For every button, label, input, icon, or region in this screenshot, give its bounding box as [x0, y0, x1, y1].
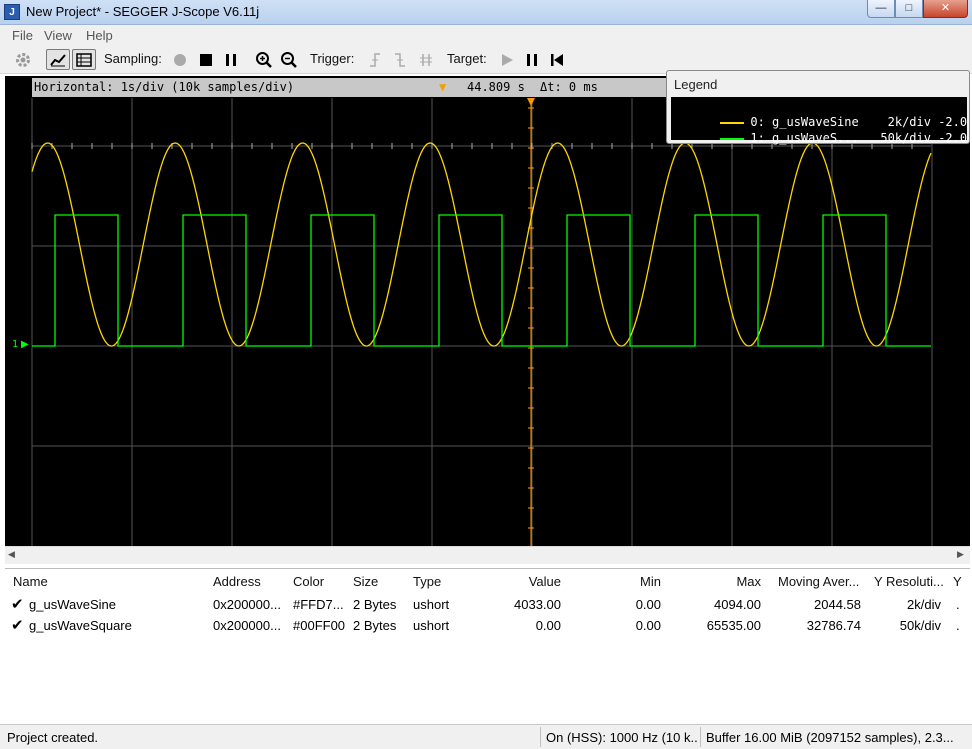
channel-table: Name Address Color Size Type Value Min M… — [5, 568, 970, 722]
legend-panel[interactable]: Legend 0: g_usWaveSine 2k/div -2.0 1: g_… — [666, 70, 970, 145]
column-header-name[interactable]: Name — [13, 574, 48, 589]
column-header-min[interactable]: Min — [585, 574, 661, 589]
channel-enabled-checkbox[interactable]: ✔ — [11, 616, 24, 634]
channel-y: . — [956, 618, 960, 633]
zoom-in-icon[interactable] — [253, 49, 275, 70]
target-label: Target: — [447, 51, 487, 66]
channel-color: #FFD7... — [293, 597, 344, 612]
trigger-falling-icon[interactable] — [391, 49, 409, 70]
channel-min: 0.00 — [635, 618, 661, 633]
column-header-y-resolution[interactable]: Y Resoluti... — [874, 574, 944, 589]
channel-moving-average: 32786.74 — [806, 618, 861, 633]
column-header-size[interactable]: Size — [353, 574, 378, 589]
legend-list: 0: g_usWaveSine 2k/div -2.0 1: g_usWaveS… — [671, 97, 967, 145]
column-header-type[interactable]: Type — [413, 574, 441, 589]
channel-1-marker: 1 — [12, 339, 19, 350]
channel-address: 0x200000... — [213, 618, 281, 633]
zoom-out-icon[interactable] — [278, 49, 300, 70]
trigger-arrow-icon — [527, 98, 535, 106]
table-row[interactable]: ✔ g_usWaveSine 0x200000... #FFD7... 2 By… — [5, 594, 970, 615]
horizontal-scale-text: Horizontal: 1s/div (10k samples/div) — [34, 80, 295, 94]
legend-title: Legend — [674, 77, 718, 92]
table-view-icon[interactable] — [72, 49, 96, 70]
minimize-button[interactable]: — — [867, 0, 895, 18]
legend-entry[interactable]: 0: g_usWaveSine 2k/div -2.0 — [677, 101, 967, 129]
scroll-right-icon[interactable]: ▶ — [957, 549, 964, 560]
trigger-position-marker-icon[interactable]: ▼ — [439, 80, 446, 94]
target-pause-icon[interactable] — [523, 49, 541, 70]
stop-icon[interactable] — [196, 49, 216, 70]
status-bar: Project created. On (HSS): 1000 Hz (10 k… — [0, 724, 972, 749]
column-header-y[interactable]: Y — [953, 574, 962, 589]
channel-size: 2 Bytes — [353, 597, 397, 612]
table-row[interactable]: ✔ g_usWaveSquare 0x200000... #00FF00 2 B… — [5, 615, 970, 636]
channel-y-resolution: 2k/div — [907, 597, 941, 612]
channel-value: 0.00 — [535, 618, 561, 633]
channel-value: 4033.00 — [514, 597, 561, 612]
status-divider — [540, 727, 541, 747]
channel-size: 2 Bytes — [353, 618, 397, 633]
channel-name: g_usWaveSquare — [29, 618, 132, 633]
column-header-value[interactable]: Value — [485, 574, 561, 589]
restart-icon[interactable] — [548, 49, 566, 70]
gear-icon[interactable] — [12, 49, 34, 70]
legend-entry-text: 1: g_usWaveS... 50k/div -2.0 — [750, 131, 968, 145]
channel-type: ushort — [413, 597, 450, 612]
menu-bar: File View Help — [0, 25, 972, 45]
maximize-button[interactable]: □ — [895, 0, 923, 18]
play-icon[interactable] — [498, 49, 516, 70]
jscope-app-icon: J — [4, 4, 20, 20]
status-buffer: Buffer 16.00 MiB (2097152 samples), 2.3.… — [706, 730, 954, 745]
record-icon[interactable] — [170, 49, 190, 70]
channel-moving-average: 2044.58 — [814, 597, 861, 612]
status-divider — [700, 727, 701, 747]
channel-address: 0x200000... — [213, 597, 281, 612]
status-connection: On (HSS): 1000 Hz (10 k... — [546, 730, 698, 745]
menu-help[interactable]: Help — [86, 28, 113, 43]
delta-t-text: Δt: 0 ms — [540, 80, 598, 94]
sine-waveform — [31, 142, 932, 347]
channel-offset-arrow-icon[interactable]: ▶ — [21, 339, 29, 350]
channel-y-resolution: 50k/div — [899, 618, 941, 633]
channel-max: 4094.00 — [714, 597, 761, 612]
horizontal-scrollbar[interactable]: ◀ ▶ — [5, 546, 970, 564]
trigger-rising-icon[interactable] — [366, 49, 384, 70]
channel-min: 0.00 — [635, 597, 661, 612]
legend-color-swatch — [720, 137, 745, 140]
column-header-color[interactable]: Color — [293, 574, 324, 589]
channel-type: ushort — [413, 618, 450, 633]
graph-view-icon[interactable] — [46, 49, 70, 70]
menu-file[interactable]: File — [12, 28, 33, 43]
trigger-both-icon[interactable] — [416, 49, 436, 70]
trigger-label: Trigger: — [310, 51, 355, 66]
column-header-address[interactable]: Address — [213, 574, 261, 589]
menu-view[interactable]: View — [44, 28, 72, 43]
sampling-label: Sampling: — [104, 51, 162, 66]
column-header-moving-average[interactable]: Moving Aver... — [778, 574, 859, 589]
title-bar: J New Project* - SEGGER J-Scope V6.11j —… — [0, 0, 972, 25]
channel-enabled-checkbox[interactable]: ✔ — [11, 595, 24, 613]
column-header-max[interactable]: Max — [685, 574, 761, 589]
time-position-text: 44.809 s — [467, 80, 525, 94]
scroll-left-icon[interactable]: ◀ — [8, 549, 15, 560]
scope-plot[interactable]: Horizontal: 1s/div (10k samples/div) ▼ 4… — [5, 76, 970, 546]
scope-waveform-canvas[interactable] — [5, 76, 970, 546]
legend-entry[interactable]: 1: g_usWaveS... 50k/div -2.0 — [677, 117, 967, 145]
pause-icon[interactable] — [221, 49, 241, 70]
channel-color: #00FF00 — [293, 618, 346, 633]
status-message: Project created. — [7, 730, 99, 745]
close-button[interactable]: ✕ — [923, 0, 968, 18]
channel-y: . — [956, 597, 960, 612]
window-title: New Project* - SEGGER J-Scope V6.11j — [26, 4, 260, 19]
channel-max: 65535.00 — [706, 618, 761, 633]
channel-name: g_usWaveSine — [29, 597, 116, 612]
